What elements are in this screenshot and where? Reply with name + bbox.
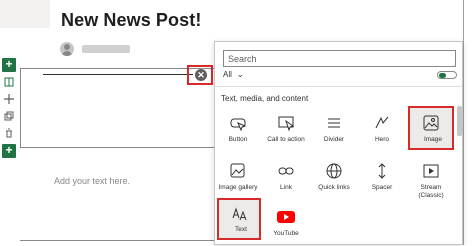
tile-stream-classic[interactable]: Stream (Classic)	[408, 154, 454, 200]
tile-link[interactable]: Link	[263, 154, 309, 200]
filter-dropdown[interactable]: All ⌄	[223, 70, 244, 79]
tile-label: Spacer	[371, 184, 393, 191]
webpart-toolbox: Search All ⌄ Text, media, and content Bu…	[214, 41, 463, 245]
tile-quick-links[interactable]: Quick links	[311, 154, 357, 200]
section-add: +	[2, 144, 16, 158]
delete-section-icon[interactable]	[2, 126, 16, 140]
add-section-button[interactable]: +	[2, 58, 16, 72]
tile-youtube[interactable]: YouTube	[263, 200, 309, 246]
section-toolbar: +	[2, 58, 18, 143]
search-input[interactable]: Search	[223, 50, 456, 67]
author-name-redacted	[82, 45, 130, 53]
remove-webpart-highlight: ✕	[187, 65, 213, 85]
header-area	[0, 0, 50, 28]
toggle-dot	[439, 72, 446, 78]
add-webpart-button[interactable]: +	[2, 144, 16, 158]
tile-call-to-action[interactable]: Call to action	[263, 106, 309, 152]
edit-section-icon[interactable]	[2, 75, 16, 89]
divider-webpart[interactable]	[43, 74, 193, 75]
avatar	[60, 42, 74, 56]
tile-label: Quick links	[318, 184, 350, 191]
section-bottom-border	[20, 240, 214, 241]
image-gallery-icon	[229, 162, 247, 180]
page-edge	[463, 0, 464, 245]
hero-icon	[373, 114, 391, 132]
tile-divider[interactable]: Divider	[311, 106, 357, 152]
filter-value: All	[223, 70, 232, 79]
page-title[interactable]: New News Post!	[61, 10, 201, 31]
text-placeholder[interactable]: Add your text here.	[54, 176, 130, 186]
tile-label: Button	[228, 136, 248, 143]
tile-label: Hero	[374, 136, 390, 143]
stream-icon	[422, 162, 440, 180]
tile-label: Link	[280, 184, 292, 191]
toolbox-scrollbar[interactable]	[457, 106, 462, 136]
move-section-icon[interactable]	[2, 92, 16, 106]
tile-text[interactable]: Text	[217, 198, 261, 240]
quick-links-icon	[325, 162, 343, 180]
tile-label: Call to action	[267, 136, 305, 143]
spacer-icon	[373, 162, 391, 180]
tile-label: Text	[235, 226, 247, 233]
image-icon	[422, 114, 440, 132]
tile-label: Stream (Classic)	[418, 184, 444, 199]
chevron-down-icon: ⌄	[236, 70, 244, 79]
tile-label: Divider	[323, 136, 345, 143]
author-byline	[60, 42, 180, 56]
toolbox-section-title: Text, media, and content	[221, 94, 309, 103]
button-icon	[229, 114, 247, 132]
text-icon	[231, 205, 249, 223]
tile-label: Image	[423, 136, 443, 143]
youtube-icon	[277, 208, 295, 226]
close-icon[interactable]: ✕	[195, 69, 207, 81]
tile-button[interactable]: Button	[215, 106, 261, 152]
tile-label: Image gallery	[218, 184, 258, 191]
duplicate-section-icon[interactable]	[2, 109, 16, 123]
link-icon	[277, 162, 295, 180]
tile-spacer[interactable]: Spacer	[359, 154, 405, 200]
tile-label: YouTube	[273, 230, 299, 237]
tile-image-gallery[interactable]: Image gallery	[215, 154, 261, 200]
toolbox-divider	[215, 86, 462, 87]
page-canvas: New News Post! + ✕ + Add your text here.…	[0, 0, 474, 245]
view-toggle[interactable]	[437, 71, 457, 79]
divider-icon	[325, 114, 343, 132]
tile-hero[interactable]: Hero	[359, 106, 405, 152]
tile-image[interactable]: Image	[408, 106, 454, 150]
call-to-action-icon	[277, 114, 295, 132]
